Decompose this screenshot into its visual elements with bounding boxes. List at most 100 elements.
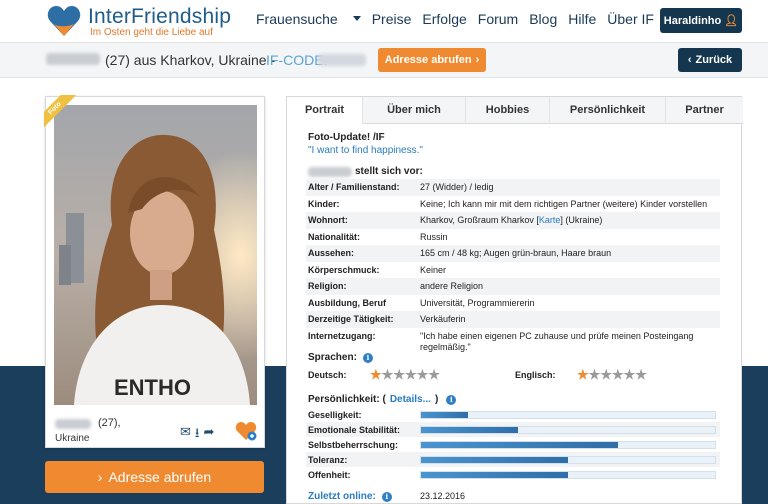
tab-persoenlichkeit[interactable]: Persönlichkeit bbox=[550, 97, 666, 124]
info-icon[interactable]: i bbox=[446, 394, 457, 405]
trait-bar bbox=[420, 455, 716, 464]
logo-name: InterFriendship bbox=[88, 5, 232, 28]
tab-ueber-mich[interactable]: Über mich bbox=[363, 97, 466, 124]
nav-blog[interactable]: Blog bbox=[529, 11, 557, 27]
fact-value: Kharkov, Großraum Kharkov [Karte] (Ukrai… bbox=[420, 212, 720, 229]
tab-hobbies[interactable]: Hobbies bbox=[466, 97, 550, 124]
button-label: Adresse abrufen bbox=[384, 54, 472, 66]
download-icon[interactable]: ⭳ bbox=[195, 424, 200, 446]
personality-details-link[interactable]: Details... bbox=[390, 394, 431, 405]
table-row: Derzeitige Tätigkeit: Verkäuferin bbox=[306, 311, 720, 328]
nav-frauensuche[interactable]: Frauensuche bbox=[256, 11, 361, 27]
star-empty-icon: ★ bbox=[588, 367, 601, 382]
table-row: Nationalität: Russin bbox=[306, 229, 720, 246]
map-link[interactable]: Karte bbox=[539, 215, 561, 225]
button-label: Zurück bbox=[695, 54, 733, 66]
main-nav: Frauensuche Preise Erfolge Forum Blog Hi… bbox=[256, 11, 665, 27]
blurred-name bbox=[46, 53, 100, 65]
mail-icon[interactable]: ✉ bbox=[180, 424, 191, 446]
info-icon[interactable]: i bbox=[362, 352, 373, 363]
chevron-right-icon: › bbox=[475, 54, 480, 66]
blurred-if-code bbox=[318, 54, 366, 66]
trait-bar-fill bbox=[421, 456, 568, 463]
fact-value: Universität, Programmiererin bbox=[420, 297, 535, 308]
button-label: Adresse abrufen bbox=[108, 469, 212, 485]
logo[interactable]: InterFriendship Im Osten geht die Liebe … bbox=[46, 3, 256, 41]
nav-forum[interactable]: Forum bbox=[478, 11, 518, 27]
star-empty-icon: ★ bbox=[393, 367, 405, 382]
trait-label: Selbstbeherrschung: bbox=[308, 439, 399, 450]
heart-logo-icon bbox=[47, 6, 81, 36]
fact-label: Alter / Familienstand: bbox=[308, 182, 400, 192]
trait-bar-fill bbox=[421, 411, 469, 418]
fact-label: Nationalität: bbox=[308, 231, 361, 242]
star-filled-icon: ★ bbox=[577, 367, 589, 382]
photo-image: ENTHO bbox=[54, 105, 257, 405]
svg-text:ENTHO: ENTHO bbox=[114, 375, 191, 400]
caret-down-icon bbox=[352, 16, 361, 21]
photo-ribbon: Foto bbox=[44, 95, 84, 135]
trait-bar-fill bbox=[421, 426, 519, 433]
star-rating: ★ ★ ★ ★ ★ ★ bbox=[370, 368, 440, 381]
trait-row: Toleranz: bbox=[306, 452, 720, 467]
card-city: Ukraine bbox=[55, 433, 90, 444]
personality-close: ) bbox=[434, 394, 439, 405]
personality-heading: Persönlichkeit: ( Details...) i bbox=[308, 394, 457, 405]
fact-value: andere Religion bbox=[420, 281, 484, 291]
star-empty-icon: ★ bbox=[428, 367, 440, 382]
username: Haraldinho bbox=[663, 14, 722, 27]
last-online-date: 23.12.2016 bbox=[420, 491, 466, 501]
fact-label: Aussehen: bbox=[308, 248, 355, 258]
trait-row: Emotionale Stabilität: bbox=[306, 422, 720, 437]
info-icon[interactable]: i bbox=[381, 491, 392, 502]
tab-portrait[interactable]: Portrait bbox=[287, 97, 363, 124]
star-empty-icon: ★ bbox=[623, 367, 636, 382]
card-actions: ✉ ⭳ ➦ bbox=[180, 424, 214, 446]
nav-label: Frauensuche bbox=[256, 11, 338, 27]
photo-update-quote: "I want to find happiness." bbox=[308, 145, 423, 156]
get-address-button[interactable]: › Adresse abrufen bbox=[45, 461, 264, 493]
last-online: Zuletzt online: i bbox=[308, 491, 392, 502]
back-button[interactable]: ‹ Zurück bbox=[678, 48, 742, 72]
tab-partner[interactable]: Partner bbox=[666, 97, 743, 124]
star-empty-icon: ★ bbox=[611, 367, 624, 382]
nav-hilfe[interactable]: Hilfe bbox=[568, 11, 596, 27]
table-row: Aussehen: 165 cm / 48 kg; Augen grün-brau… bbox=[306, 245, 720, 262]
trait-bar bbox=[420, 440, 716, 449]
fact-label: Internetzugang: bbox=[308, 330, 376, 341]
get-address-button-top[interactable]: Adresse abrufen › bbox=[378, 48, 486, 72]
nav-preise[interactable]: Preise bbox=[372, 11, 412, 27]
trait-bar-fill bbox=[421, 471, 568, 478]
trait-bar bbox=[420, 470, 716, 479]
language-german: Deutsch: ★ ★ ★ ★ ★ ★ bbox=[308, 368, 440, 381]
fact-label: Kinder: bbox=[308, 198, 340, 209]
trait-bar bbox=[420, 425, 716, 434]
location-text: ] (Ukraine) bbox=[560, 215, 603, 225]
personality-title: Persönlichkeit: ( bbox=[308, 394, 386, 405]
trait-bar bbox=[420, 410, 716, 419]
user-menu-button[interactable]: Haraldinho 👤︎ bbox=[660, 8, 742, 33]
share-arrow-icon[interactable]: ➦ bbox=[203, 424, 214, 446]
trait-label: Emotionale Stabilität: bbox=[308, 424, 401, 435]
star-empty-icon: ★ bbox=[404, 367, 417, 382]
fact-label: Wohnort: bbox=[308, 215, 348, 225]
blurred-name bbox=[308, 167, 352, 177]
table-row: Ausbildung, Beruf Universität, Programmie… bbox=[306, 295, 720, 312]
logo-tagline: Im Osten geht die Liebe auf bbox=[90, 27, 213, 38]
nav-ueber-if[interactable]: Über IF bbox=[607, 11, 654, 27]
table-row: Kinder: Keine; Ich kann mir mit dem richt… bbox=[306, 196, 720, 213]
blurred-name bbox=[55, 419, 91, 429]
fact-label: Religion: bbox=[308, 281, 347, 291]
trait-label: Toleranz: bbox=[308, 454, 348, 465]
profile-photo[interactable]: ENTHO bbox=[54, 105, 257, 405]
nav-erfolge[interactable]: Erfolge bbox=[422, 11, 466, 27]
favorite-heart-icon[interactable] bbox=[235, 421, 257, 441]
languages-heading: Sprachen: i bbox=[308, 352, 373, 363]
fact-value: Russin bbox=[420, 231, 448, 242]
facts-table: Alter / Familienstand: 27 (Widder) / ledi… bbox=[306, 179, 720, 356]
last-online-label[interactable]: Zuletzt online: bbox=[308, 491, 376, 502]
top-navbar: InterFriendship Im Osten geht die Liebe … bbox=[0, 0, 768, 43]
fact-value: Verkäuferin bbox=[420, 314, 466, 324]
intro-heading: stellt sich vor: bbox=[355, 166, 423, 177]
table-row: Alter / Familienstand: 27 (Widder) / ledi… bbox=[306, 179, 720, 196]
